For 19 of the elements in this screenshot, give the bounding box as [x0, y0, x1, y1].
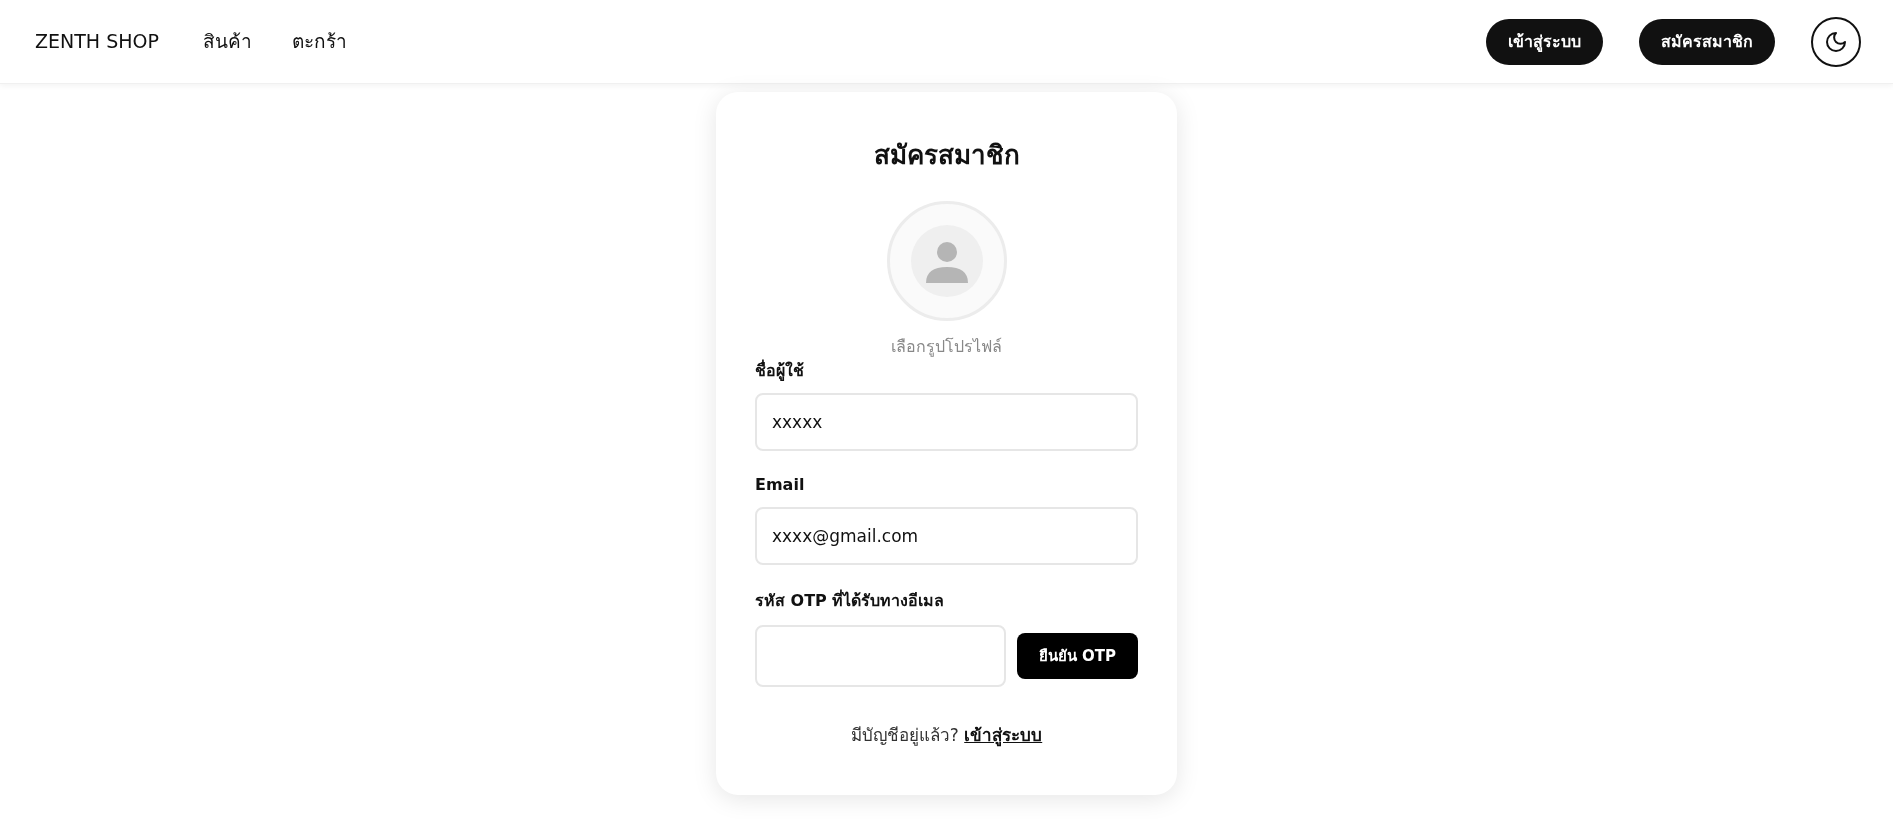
nav-link[interactable]: ตะกร้า: [291, 27, 347, 56]
nav-button[interactable]: สมัครสมาชิก: [1639, 18, 1775, 65]
field-label: ชื่อผู้ใช้: [755, 359, 805, 383]
nav-link[interactable]: สินค้า: [202, 27, 252, 56]
nav-button[interactable]: เข้าสู่ระบบ: [1486, 18, 1603, 65]
field-label: Email: [755, 474, 806, 496]
avatar-caption: เลือกรูปโปรไฟล์: [890, 336, 1003, 359]
otp-field[interactable]: [755, 625, 1006, 687]
brand-logo[interactable]: ZENTH SHOP: [35, 27, 159, 56]
text-field[interactable]: xxxx@gmail.com: [755, 507, 1138, 565]
theme-toggle-button[interactable]: [1811, 16, 1861, 67]
field-label: รหัส OTP ที่ได้รับทางอีเมล: [755, 589, 946, 612]
text-field[interactable]: xxxxx: [755, 393, 1138, 451]
moon-icon: [1824, 29, 1848, 54]
login-prompt: มีบัญชีอยู่แล้ว? เข้าสู่ระบบ: [849, 724, 1044, 749]
login-link[interactable]: เข้าสู่ระบบ: [964, 725, 1043, 745]
form-title: สมัครสมาชิก: [872, 139, 1021, 172]
user-icon: [924, 239, 969, 283]
verify-otp-button[interactable]: ยืนยัน OTP: [1017, 633, 1138, 679]
